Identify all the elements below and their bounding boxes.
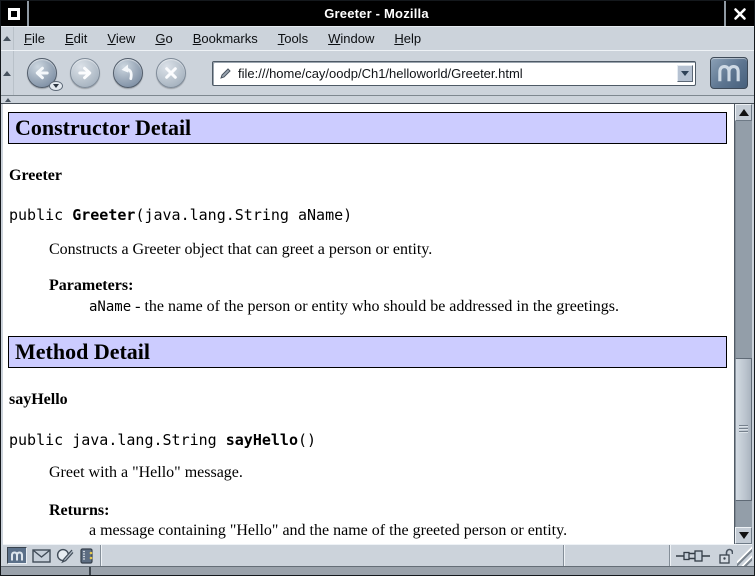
address-book-icon — [79, 548, 94, 564]
composer-page-pencil-icon — [56, 548, 74, 564]
url-input[interactable] — [238, 62, 677, 85]
returns-detail: a message containing "Hello" and the nam… — [89, 522, 567, 540]
address-book-button[interactable] — [79, 548, 94, 564]
navigation-toolbar — [1, 50, 754, 96]
url-dropdown-button[interactable] — [677, 65, 693, 82]
open-lock-icon — [719, 548, 733, 564]
close-button[interactable] — [724, 1, 754, 26]
mozilla-throbber-button[interactable] — [710, 57, 748, 89]
mozilla-m-icon — [716, 62, 742, 84]
menu-go[interactable]: Go — [145, 27, 182, 50]
window-menu-button[interactable] — [1, 1, 29, 26]
menubar-grippy[interactable] — [1, 27, 14, 50]
method-description: Greet with a "Hello" message. — [49, 464, 243, 482]
window-bottom-frame — [1, 566, 754, 575]
method-detail-header: Method Detail — [8, 336, 727, 368]
frame-divider — [89, 567, 91, 575]
grippy-icon — [5, 98, 11, 102]
back-history-dropdown[interactable] — [49, 81, 63, 91]
forward-arrow-icon — [72, 60, 98, 86]
online-status-button[interactable] — [669, 545, 715, 566]
constructor-description: Constructs a Greeter object that can gre… — [49, 241, 432, 259]
mozilla-navigator-icon — [10, 550, 24, 562]
up-arrow-icon — [739, 109, 749, 116]
online-plug-icon — [675, 549, 711, 563]
returns-label: Returns: — [49, 502, 109, 520]
menu-edit[interactable]: Edit — [55, 27, 97, 50]
back-button[interactable] — [27, 58, 57, 88]
vertical-scrollbar — [734, 104, 752, 544]
method-name-heading: sayHello — [9, 391, 68, 409]
navigator-button[interactable] — [7, 547, 27, 564]
titlebar: Greeter - Mozilla — [1, 1, 754, 26]
menu-tools[interactable]: Tools — [268, 27, 318, 50]
down-arrow-icon — [739, 532, 749, 539]
grippy-icon — [3, 71, 11, 76]
dropdown-icon — [681, 71, 689, 76]
scrollbar-track[interactable] — [735, 121, 752, 527]
dropdown-icon — [53, 84, 59, 88]
status-section — [563, 545, 669, 566]
menu-window[interactable]: Window — [318, 27, 384, 50]
window-menu-icon — [8, 8, 20, 20]
collapsed-toolbar-strip — [1, 96, 754, 104]
page-content: Constructor Detail Greeter public Greete… — [3, 104, 734, 544]
reload-button[interactable] — [113, 58, 143, 88]
composer-button[interactable] — [56, 548, 74, 564]
constructor-detail-header: Constructor Detail — [8, 112, 727, 144]
navbar-grippy[interactable] — [1, 51, 14, 95]
stop-x-icon — [158, 60, 184, 86]
method-signature: public java.lang.String sayHello() — [9, 431, 316, 449]
scroll-down-button[interactable] — [735, 527, 752, 544]
status-text — [101, 545, 563, 566]
menu-bookmarks[interactable]: Bookmarks — [183, 27, 268, 50]
menu-view[interactable]: View — [97, 27, 145, 50]
security-button[interactable] — [715, 545, 737, 566]
component-bar — [3, 545, 101, 566]
close-icon — [733, 7, 747, 21]
menu-help[interactable]: Help — [384, 27, 431, 50]
window-title: Greeter - Mozilla — [29, 1, 724, 26]
stop-button[interactable] — [156, 58, 186, 88]
scroll-up-button[interactable] — [735, 104, 752, 121]
forward-button[interactable] — [70, 58, 100, 88]
thumb-grip-icon — [739, 425, 748, 434]
grippy-icon — [3, 36, 11, 41]
statusbar — [3, 544, 752, 566]
parameters-label: Parameters: — [49, 277, 133, 295]
strip-grippy[interactable] — [1, 96, 14, 103]
menubar: File Edit View Go Bookmarks Tools Window… — [1, 26, 754, 50]
menu-file[interactable]: File — [14, 27, 55, 50]
browser-content-area: Constructor Detail Greeter public Greete… — [3, 104, 752, 544]
constructor-signature: public Greeter(java.lang.String aName) — [9, 206, 352, 224]
bookmark-pen-icon — [218, 66, 233, 81]
scrollbar-thumb[interactable] — [735, 358, 752, 501]
window-resize-grip[interactable] — [737, 545, 752, 566]
reload-arrow-icon — [115, 60, 141, 86]
parameter-detail: aName - the name of the person or entity… — [89, 298, 619, 316]
location-bar — [212, 61, 696, 86]
mail-button[interactable] — [32, 549, 51, 563]
constructor-name-heading: Greeter — [9, 167, 62, 185]
mail-envelope-icon — [32, 549, 51, 563]
browser-window: Greeter - Mozilla File Edit View Go Book… — [0, 0, 755, 576]
